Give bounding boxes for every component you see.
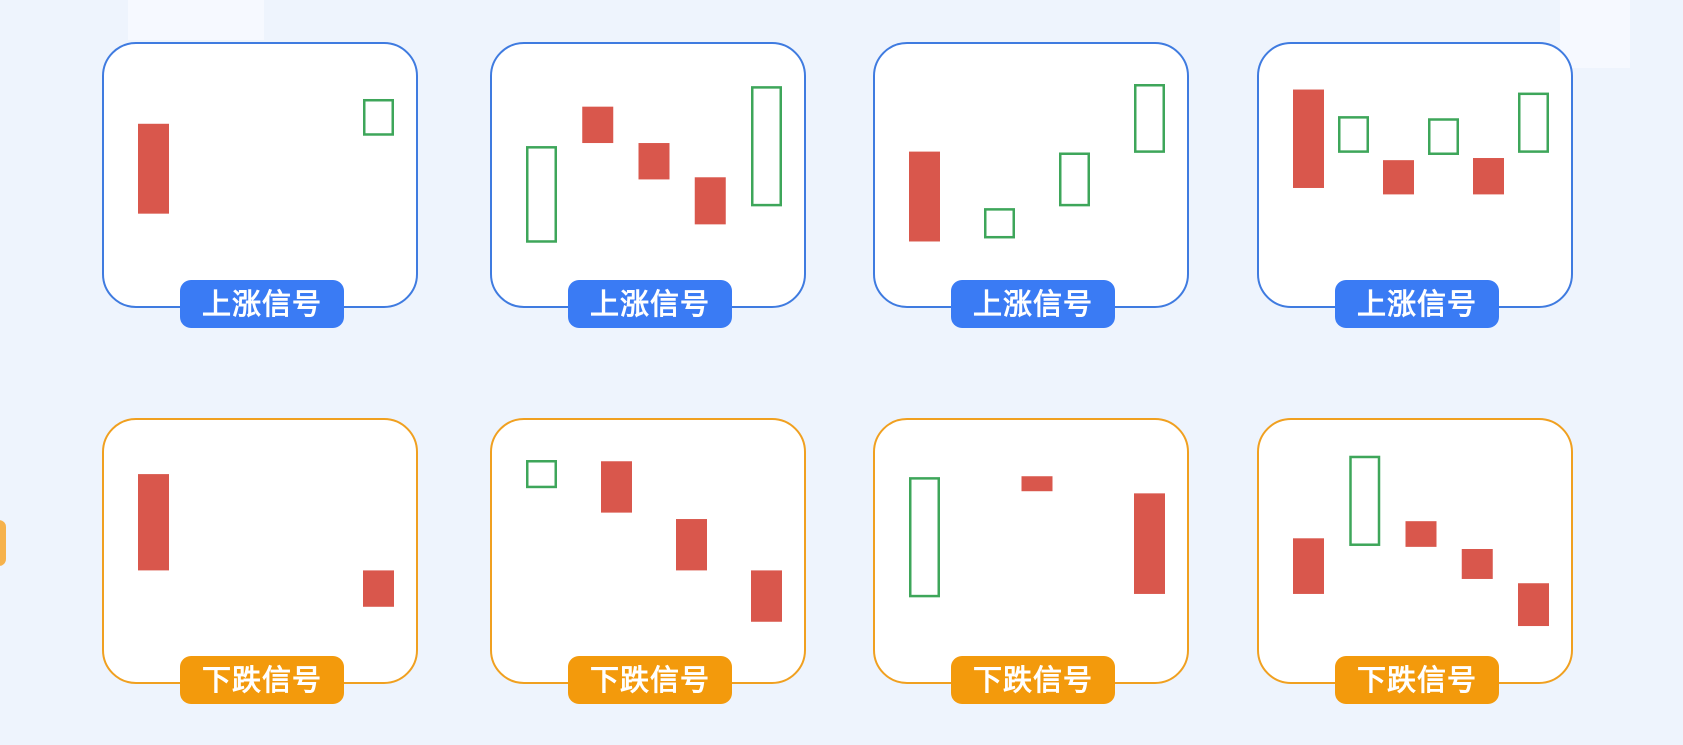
fall-signal-badge: 下跌信号: [568, 656, 732, 704]
candlestick-pattern: [909, 476, 1165, 598]
hollow-candle: [909, 477, 940, 598]
filled-candle: [1134, 493, 1165, 594]
signal-panel-up: 上涨信号: [490, 42, 806, 328]
background-patch: [128, 0, 264, 40]
candlestick-pattern: [1293, 455, 1549, 627]
signal-panel-up: 上涨信号: [1257, 42, 1573, 328]
hollow-candle: [984, 208, 1015, 239]
rise-signal-badge: 上涨信号: [180, 280, 344, 328]
candlestick-pattern: [909, 84, 1165, 242]
filled-candle: [1383, 160, 1414, 195]
fall-signal-badge: 下跌信号: [951, 656, 1115, 704]
signal-panel-down: 下跌信号: [490, 418, 806, 704]
signal-panel-up: 上涨信号: [873, 42, 1189, 328]
filled-candle: [1473, 158, 1504, 195]
hollow-candle: [751, 86, 782, 207]
filled-candle: [1461, 549, 1493, 579]
filled-candle: [751, 570, 782, 622]
candlestick-pattern: [138, 474, 394, 607]
hollow-candle: [363, 98, 394, 136]
filled-candle: [676, 519, 707, 571]
filled-candle: [363, 570, 394, 607]
candlestick-pattern: [526, 86, 782, 243]
filled-candle: [638, 143, 670, 180]
rise-signal-badge: 上涨信号: [568, 280, 732, 328]
hollow-candle: [1518, 92, 1549, 153]
candlestick-pattern: [526, 460, 782, 622]
candlestick-pattern: [1293, 89, 1549, 195]
hollow-candle: [1134, 84, 1165, 153]
signal-panel-down: 下跌信号: [1257, 418, 1573, 704]
filled-candle: [909, 151, 940, 242]
fall-signal-badge: 下跌信号: [180, 656, 344, 704]
filled-candle: [601, 461, 632, 513]
fall-signal-badge: 下跌信号: [1335, 656, 1499, 704]
filled-candle: [1405, 521, 1437, 547]
rise-signal-badge: 上涨信号: [951, 280, 1115, 328]
signal-panel-up: 上涨信号: [102, 42, 418, 328]
decorative-dot: [0, 520, 6, 566]
hollow-candle: [526, 146, 557, 243]
filled-candle: [138, 123, 169, 214]
filled-candle: [1293, 89, 1324, 188]
hollow-candle: [1428, 118, 1459, 155]
hollow-candle: [1059, 152, 1090, 207]
filled-candle: [1518, 583, 1549, 627]
hollow-candle: [526, 460, 557, 489]
hollow-candle: [1349, 455, 1381, 546]
signal-panel-down: 下跌信号: [873, 418, 1189, 704]
filled-candle: [138, 474, 169, 571]
signal-panel-down: 下跌信号: [102, 418, 418, 704]
filled-candle: [1293, 538, 1324, 594]
hollow-candle: [1338, 116, 1369, 153]
rise-signal-badge: 上涨信号: [1335, 280, 1499, 328]
filled-candle: [1021, 476, 1053, 492]
candlestick-pattern: [138, 98, 394, 214]
filled-candle: [694, 177, 726, 225]
filled-candle: [582, 106, 614, 144]
